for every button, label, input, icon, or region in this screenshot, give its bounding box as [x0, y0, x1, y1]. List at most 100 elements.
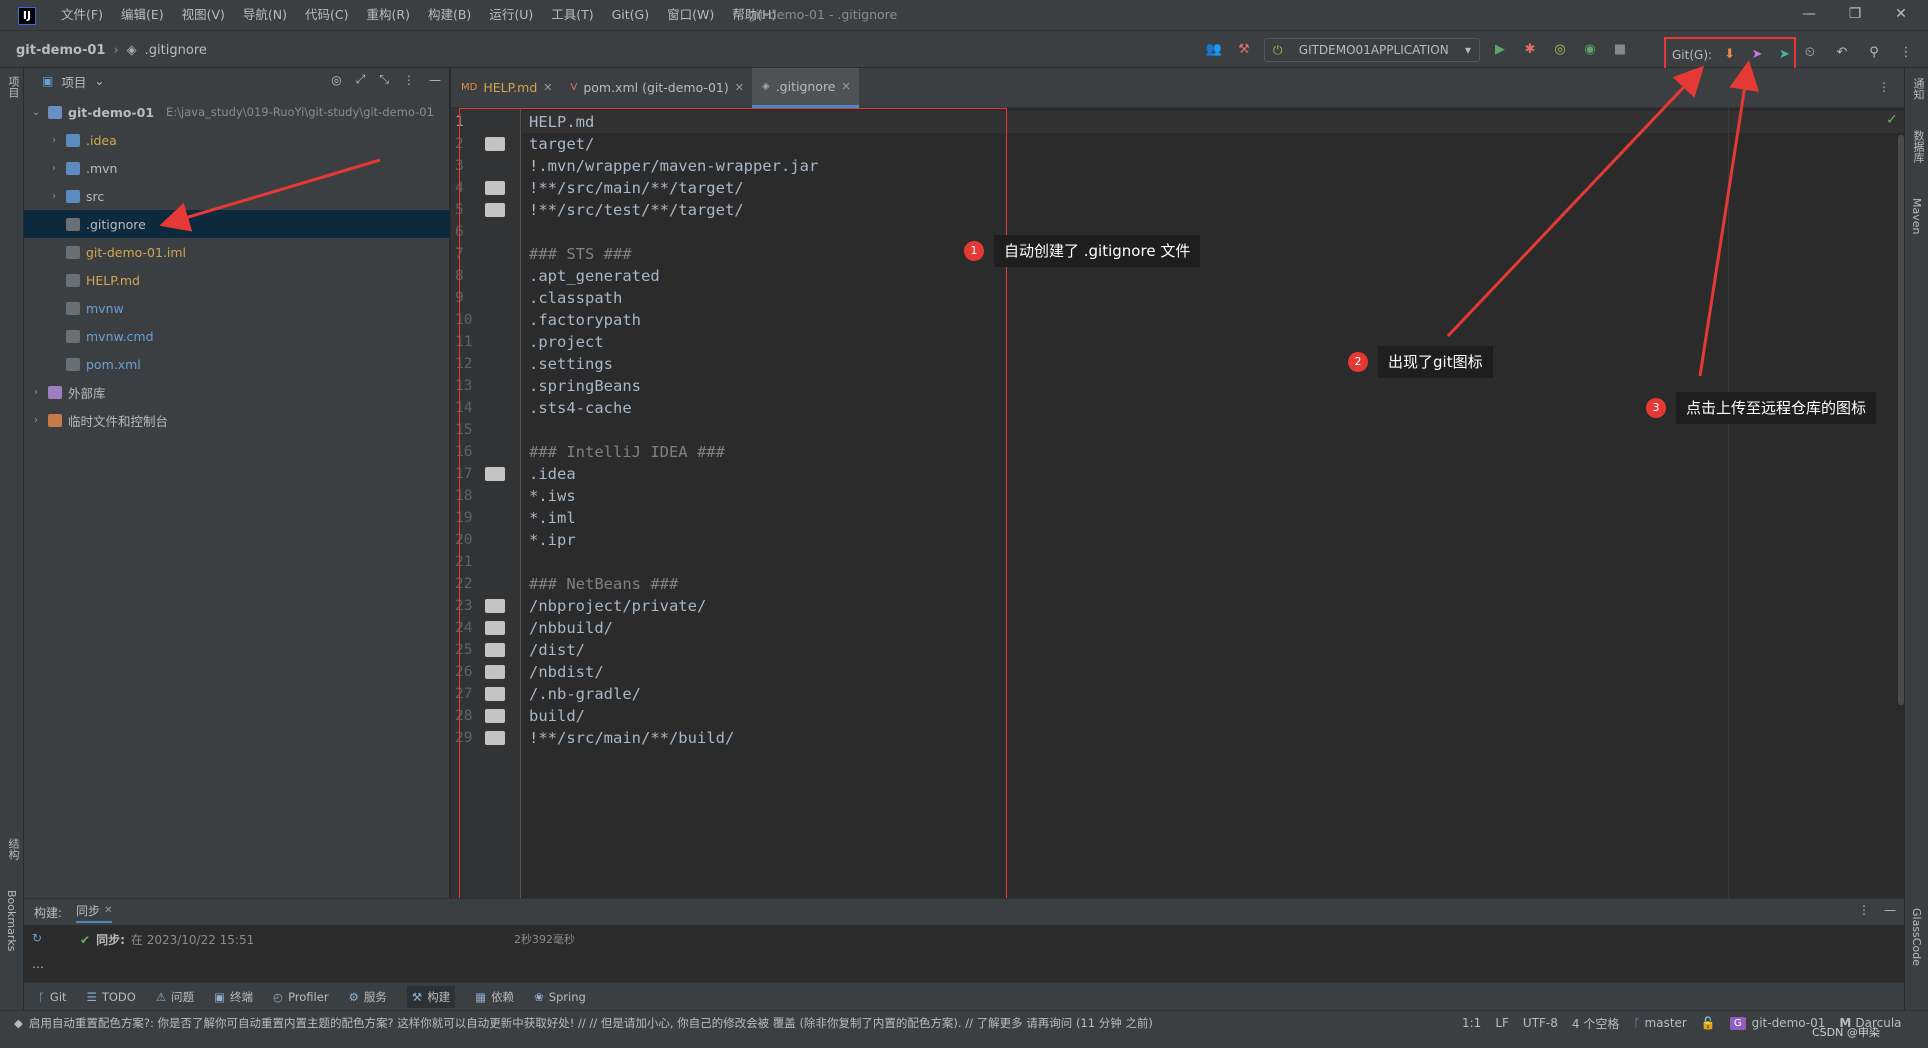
expand-all-icon[interactable]: ⤢ [356, 72, 366, 87]
project-panel-title[interactable]: 项目 [61, 72, 86, 91]
chevron-down-icon[interactable]: ⌄ [30, 107, 42, 118]
tool-window-button[interactable]: ❀ Spring [534, 990, 586, 1004]
tree-item[interactable]: › .mvn [24, 154, 450, 182]
chevron-right-icon[interactable]: › [48, 191, 60, 202]
history-icon[interactable]: ⏲ [1800, 43, 1820, 63]
tree-item[interactable]: mvnw.cmd [24, 322, 450, 350]
file-encoding[interactable]: UTF-8 [1523, 1016, 1558, 1030]
run-config-select[interactable]: ⏻ GITDEMO01APPLICATION ▾ [1264, 38, 1480, 62]
tool-window-button[interactable]: ▣ 终端 [214, 989, 253, 1005]
tree-external-libs[interactable]: › 外部库 [24, 378, 450, 406]
tool-window-button[interactable]: ⚠ 问题 [156, 989, 194, 1005]
stripe-notifications[interactable]: 通知 [1910, 78, 1926, 100]
menu-item[interactable]: 窗口(W) [658, 0, 723, 30]
sync-result-row[interactable]: ✔ 同步: 在 2023/10/22 15:51 [80, 931, 254, 948]
breadcrumb-project[interactable]: git-demo-01 [16, 43, 105, 58]
git-update-icon[interactable]: ⬇ [1720, 45, 1739, 65]
stripe-bookmarks[interactable]: Bookmarks [5, 890, 18, 951]
menu-item[interactable]: Git(G) [603, 0, 659, 30]
tree-item[interactable]: mvnw [24, 294, 450, 322]
git-commit-icon[interactable]: ➤ [1747, 45, 1766, 65]
chevron-right-icon[interactable]: › [30, 415, 42, 426]
close-icon[interactable]: ✕ [104, 905, 112, 916]
menu-item[interactable]: 代码(C) [296, 0, 357, 30]
editor-tab[interactable]: Vpom.xml (git-demo-01) ✕ [560, 68, 752, 108]
editor-scrollbar[interactable] [1898, 135, 1904, 705]
user-icon[interactable]: 👥 [1204, 40, 1224, 60]
tab-options-icon[interactable]: ⋮ [1878, 80, 1890, 94]
stripe-project[interactable]: 项目 [5, 76, 21, 98]
menu-item[interactable]: 编辑(E) [112, 0, 173, 30]
sync-refresh-icon[interactable]: ↻ [32, 931, 42, 945]
inspection-ok-icon[interactable]: ✓ [1886, 112, 1898, 128]
profile-icon[interactable]: ◉ [1580, 40, 1600, 60]
close-button[interactable]: ✕ [1878, 0, 1924, 30]
editor-tab[interactable]: MD HELP.md ✕ [451, 68, 560, 108]
stripe-glasscode[interactable]: GlassCode [1910, 908, 1923, 966]
close-icon[interactable]: ✕ [735, 81, 744, 94]
tool-window-button[interactable]: ▦ 依赖 [475, 989, 514, 1005]
chevron-right-icon[interactable]: › [48, 135, 60, 146]
stop-icon[interactable]: ■ [1610, 40, 1630, 60]
caret-position[interactable]: 1:1 [1462, 1016, 1481, 1030]
indent-setting[interactable]: 4 个空格 [1572, 1015, 1619, 1032]
hide-icon[interactable]: — [1884, 903, 1896, 917]
search-icon[interactable]: ⚲ [1864, 43, 1884, 63]
intellij-app-icon[interactable]: IJ [18, 7, 36, 25]
close-icon[interactable]: ✕ [842, 80, 851, 93]
tool-window-button[interactable]: ⚙ 服务 [349, 989, 387, 1005]
tree-item[interactable]: .gitignore [24, 210, 450, 238]
menu-item[interactable]: 构建(B) [419, 0, 480, 30]
more-icon[interactable]: … [32, 957, 44, 971]
editor-tab[interactable]: ◈ .gitignore ✕ [751, 67, 859, 108]
collapse-all-icon[interactable]: ⤡ [379, 72, 389, 87]
tool-window-button[interactable]: ☰ TODO [87, 990, 136, 1004]
tool-window-button[interactable]: ⚒ 构建 [406, 985, 456, 1008]
breadcrumb-file[interactable]: .gitignore [145, 43, 207, 58]
status-message[interactable]: ◆ 启用自动重置配色方案?: 你是否了解你可自动重置内置主题的配色方案? 这样你… [14, 1011, 1153, 1035]
restore-button[interactable]: ❐ [1832, 0, 1878, 30]
options-icon[interactable]: ⋮ [1858, 903, 1870, 917]
menu-item[interactable]: 导航(N) [234, 0, 296, 30]
chevron-down-icon[interactable]: ⌄ [94, 74, 104, 88]
tree-item[interactable]: HELP.md [24, 266, 450, 294]
tree-item[interactable]: git-demo-01.iml [24, 238, 450, 266]
chevron-right-icon[interactable]: › [48, 163, 60, 174]
options-icon[interactable]: ⋮ [403, 73, 415, 87]
tree-item-label: mvnw.cmd [86, 328, 154, 344]
coverage-icon[interactable]: ◎ [1550, 40, 1570, 60]
run-icon[interactable]: ▶ [1490, 40, 1510, 60]
close-icon[interactable]: ✕ [543, 81, 552, 94]
tree-scratches[interactable]: › 临时文件和控制台 [24, 406, 450, 434]
chevron-right-icon[interactable]: › [30, 387, 42, 398]
tool-window-button[interactable]: ◴ Profiler [273, 990, 329, 1004]
more-icon[interactable]: ⋮ [1896, 43, 1916, 63]
lock-icon[interactable]: 🔓 [1701, 1016, 1716, 1030]
annotation-2-badge: 2 [1348, 352, 1368, 372]
annotation-2-text: 出现了git图标 [1378, 346, 1493, 378]
git-branch[interactable]: ᚴ master [1633, 1016, 1687, 1030]
locate-icon[interactable]: ◎ [331, 73, 341, 87]
rollback-icon[interactable]: ↶ [1832, 43, 1852, 63]
minimize-button[interactable]: — [1786, 0, 1832, 30]
menu-item[interactable]: 重构(R) [358, 0, 419, 30]
hide-icon[interactable]: — [429, 73, 441, 87]
menu-item[interactable]: 运行(U) [480, 0, 542, 30]
build-tab-sync[interactable]: 同步 ✕ [76, 902, 113, 923]
stripe-structure[interactable]: 结构 [5, 838, 21, 860]
debug-icon[interactable]: ✱ [1520, 40, 1540, 60]
tree-root[interactable]: ⌄ git-demo-01 E:\java_study\019-RuoYi\gi… [24, 98, 450, 126]
tree-item[interactable]: › .idea [24, 126, 450, 154]
menu-item[interactable]: 工具(T) [542, 0, 602, 30]
line-separator[interactable]: LF [1495, 1016, 1509, 1030]
stripe-maven[interactable]: Maven [1910, 198, 1923, 234]
tree-item[interactable]: › src [24, 182, 450, 210]
build-hammer-icon[interactable]: ⚒ [1234, 40, 1254, 60]
menu-item[interactable]: 文件(F) [52, 0, 112, 30]
git-push-icon[interactable]: ➤ [1775, 45, 1794, 65]
tree-item[interactable]: pom.xml [24, 350, 450, 378]
tool-window-button[interactable]: ᚴ Git [38, 990, 67, 1004]
annotation-2: 2 出现了git图标 [1348, 346, 1493, 378]
stripe-database[interactable]: 数据库 [1910, 130, 1926, 163]
menu-item[interactable]: 视图(V) [173, 0, 234, 30]
